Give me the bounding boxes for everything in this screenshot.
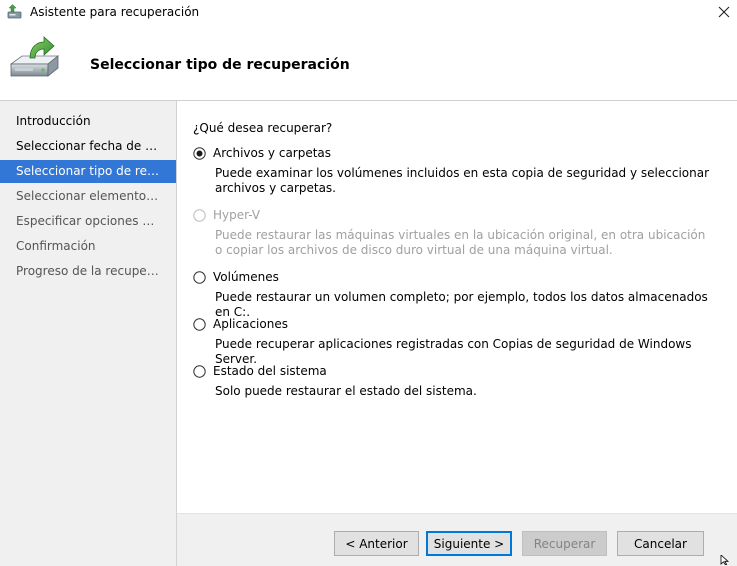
sidebar-item-label: Seleccionar elementos que recuperar — [16, 189, 160, 203]
next-button[interactable]: Siguiente > — [426, 531, 512, 556]
option-label-estado-sistema[interactable]: Estado del sistema — [213, 364, 327, 378]
radio-hyper-v — [193, 209, 206, 222]
radio-volumenes[interactable] — [193, 271, 206, 284]
recover-button: Recuperar — [522, 531, 607, 556]
recovery-type-panel: ¿Qué desea recuperar? Archivos y carpeta… — [177, 101, 737, 513]
sidebar-item-especificar-opciones: Especificar opciones de recuperación — [0, 210, 176, 233]
radio-archivos-carpetas[interactable] — [193, 147, 206, 160]
option-label-hyper-v: Hyper-V — [213, 208, 261, 222]
option-description-hyper-v: Puede restaurar las máquinas virtuales e… — [215, 228, 706, 257]
cursor-arrow-icon — [720, 555, 730, 565]
sidebar-item-seleccionar-tipo[interactable]: Seleccionar tipo de recuperación — [0, 160, 176, 183]
window-title: Asistente para recuperación — [30, 5, 200, 19]
sidebar-item-seleccionar-elementos: Seleccionar elementos que recuperar — [0, 185, 176, 208]
title-bar: Asistente para recuperación — [0, 0, 737, 26]
wizard-footer: < Anterior Siguiente > Recuperar Cancela… — [177, 513, 737, 566]
option-description-archivos-carpetas: Puede examinar los volúmenes incluidos e… — [215, 166, 710, 195]
sidebar-item-label: Progreso de la recuperación — [16, 264, 160, 278]
cancel-button[interactable]: Cancelar — [617, 531, 704, 556]
sidebar-item-seleccionar-fecha[interactable]: Seleccionar fecha de copia de seguridad — [0, 135, 176, 158]
wizard-header: Seleccionar tipo de recuperación — [0, 26, 737, 100]
footer-divider — [177, 513, 737, 514]
backup-restore-icon — [9, 36, 60, 77]
wizard-app-icon — [7, 4, 22, 19]
option-label-volumenes[interactable]: Volúmenes — [213, 270, 279, 284]
option-description-aplicaciones: Puede recuperar aplicaciones registradas… — [215, 337, 692, 366]
page-title: Seleccionar tipo de recuperación — [90, 57, 350, 73]
sidebar-item-label: Confirmación — [16, 239, 96, 253]
question-label: ¿Qué desea recuperar? — [193, 121, 333, 135]
option-description-volumenes: Puede restaurar un volumen completo; por… — [215, 290, 708, 319]
option-description-estado-sistema: Solo puede restaurar el estado del siste… — [215, 384, 477, 398]
sidebar-item-label: Introducción — [16, 114, 91, 128]
sidebar-item-progreso: Progreso de la recuperación — [0, 260, 176, 283]
option-label-aplicaciones[interactable]: Aplicaciones — [213, 317, 288, 331]
sidebar-item-confirmacion: Confirmación — [0, 235, 176, 258]
back-button[interactable]: < Anterior — [334, 531, 419, 556]
radio-estado-sistema[interactable] — [193, 365, 206, 378]
radio-aplicaciones[interactable] — [193, 318, 206, 331]
wizard-steps-sidebar: Introducción Seleccionar fecha de copia … — [0, 101, 176, 566]
sidebar-item-label: Seleccionar tipo de recuperación — [16, 164, 160, 178]
sidebar-item-introduccion[interactable]: Introducción — [0, 110, 176, 133]
sidebar-item-label: Especificar opciones de recuperación — [16, 214, 160, 228]
close-icon[interactable] — [712, 2, 736, 22]
option-label-archivos-carpetas[interactable]: Archivos y carpetas — [213, 146, 331, 160]
sidebar-item-label: Seleccionar fecha de copia de seguridad — [16, 139, 160, 153]
